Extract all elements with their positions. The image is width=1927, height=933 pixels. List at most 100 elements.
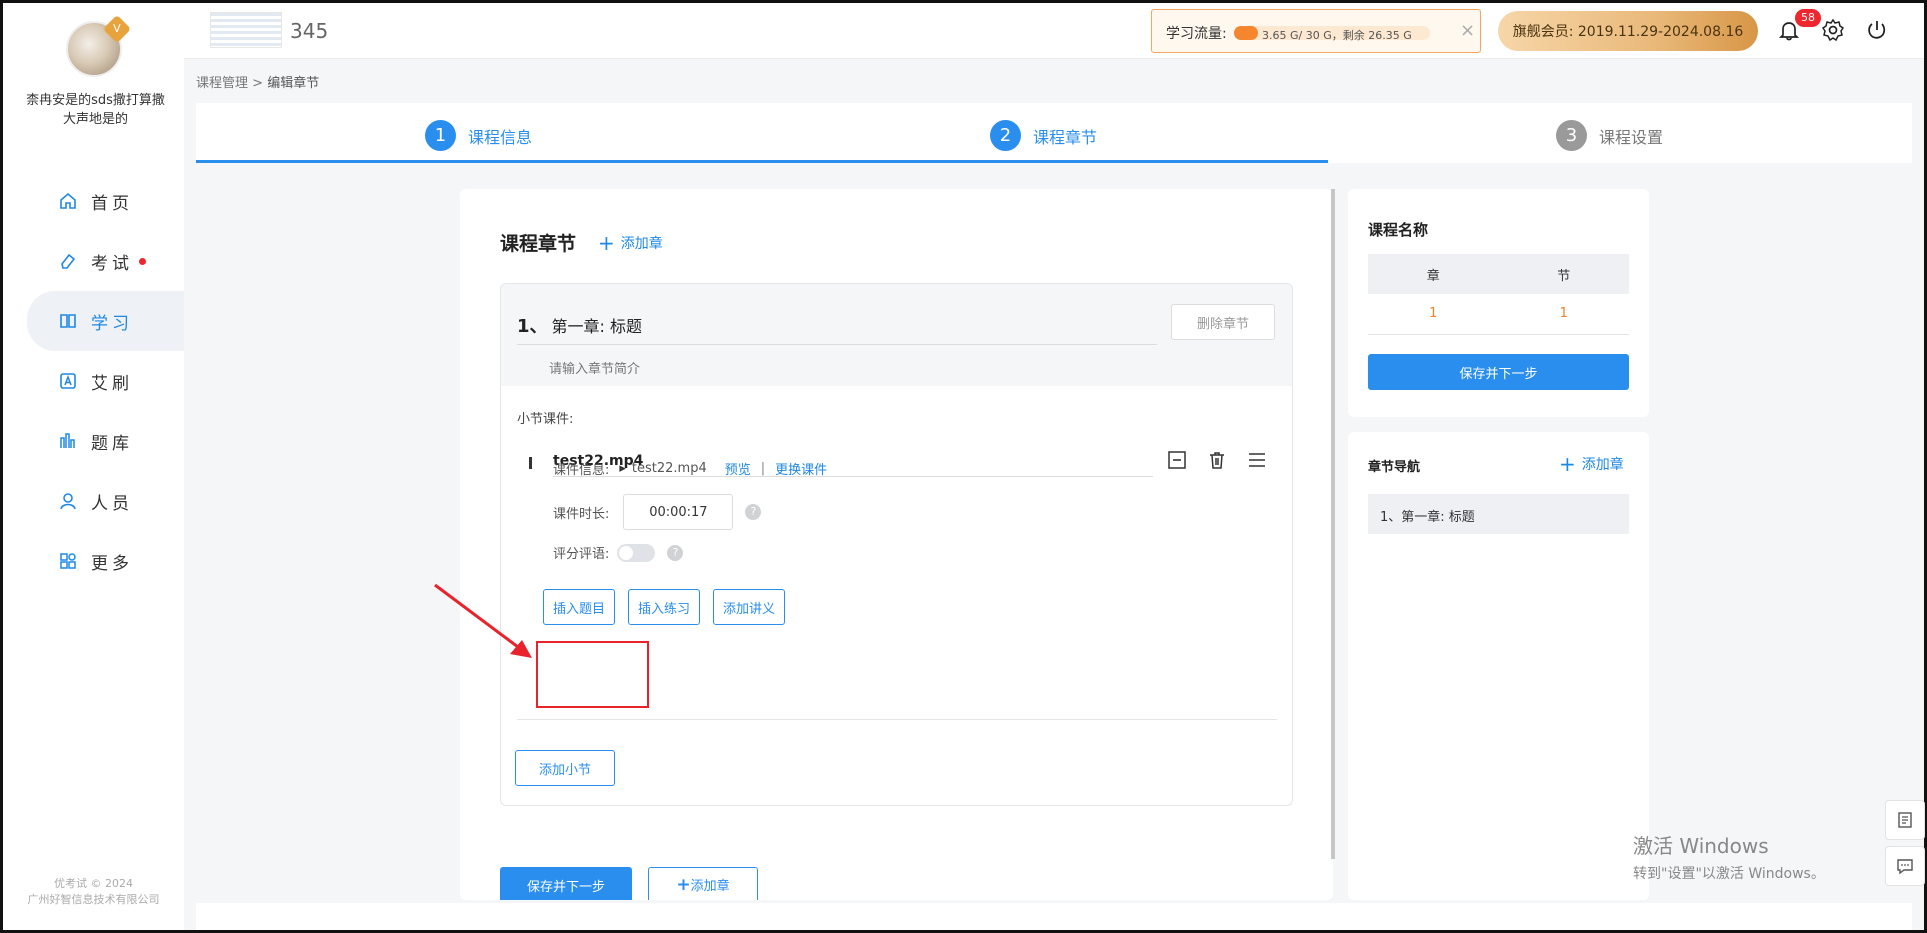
footer-copyright: 优考试 © 2024 bbox=[54, 877, 133, 890]
annotation-arrow-icon bbox=[434, 583, 532, 658]
close-icon[interactable]: × bbox=[1460, 20, 1475, 41]
chapter-header: 1、 第一章: 标题 删除章节 请输入章节简介 bbox=[501, 284, 1292, 386]
comment-toggle[interactable] bbox=[617, 543, 656, 562]
plus-icon: + bbox=[676, 875, 691, 895]
sidebar-item-label: 人员 bbox=[91, 493, 133, 514]
section-title: 课程章节 bbox=[500, 233, 577, 255]
chapter-card: 1、第一章: 标题 删除章节 请输入章节简介 小节课件: test22.mp4 bbox=[500, 283, 1293, 806]
insert-question-button[interactable]: 插入题目 bbox=[543, 589, 615, 625]
logo-image bbox=[210, 12, 282, 48]
traffic-label: 学习流量: bbox=[1166, 26, 1227, 42]
bars-icon bbox=[59, 432, 77, 450]
menu-icon[interactable] bbox=[1247, 450, 1267, 470]
sidebar-item-label: 学习 bbox=[91, 313, 133, 334]
highlight-box bbox=[536, 641, 649, 708]
step-number: 3 bbox=[1556, 120, 1587, 151]
step-progress-line bbox=[196, 160, 1328, 163]
preview-link[interactable]: 预览 bbox=[725, 459, 751, 478]
watermark-line1: 激活 Windows bbox=[1633, 834, 1769, 858]
step-course-settings[interactable]: 3 课程设置 bbox=[1556, 120, 1663, 151]
step-course-info[interactable]: 1 课程信息 bbox=[425, 120, 532, 151]
courseware-info-label: 课件信息: bbox=[553, 463, 610, 478]
duration-input[interactable]: 00:00:17 bbox=[623, 494, 734, 530]
sidebar-item-label: 考试 bbox=[91, 253, 133, 274]
add-chapter-button-label: 添加章 bbox=[690, 879, 730, 894]
scrollbar[interactable] bbox=[1331, 189, 1335, 859]
breadcrumb-parent[interactable]: 课程管理 bbox=[196, 76, 248, 91]
chapter-nav-title: 章节导航 bbox=[1368, 460, 1421, 475]
add-chapter-link[interactable]: + 添加章 bbox=[598, 233, 663, 253]
help-icon[interactable]: ? bbox=[745, 504, 762, 520]
member-badge[interactable]: 旗舰会员: 2019.11.29-2024.08.16 bbox=[1498, 11, 1758, 51]
sidebar: V 柰冉安是的sds撒打算撒大声地是的 首页 考试 学习 艾刷 题库 人员 更多… bbox=[3, 3, 184, 930]
sidebar-item-question-bank[interactable]: 题库 bbox=[3, 411, 184, 471]
drag-bar-icon bbox=[529, 457, 532, 469]
breadcrumb-separator: > bbox=[252, 76, 264, 91]
step-number: 1 bbox=[425, 120, 456, 151]
chapter-title-text: 第一章: 标题 bbox=[551, 317, 643, 336]
sidebar-nav: 首页 考试 学习 艾刷 题库 人员 更多 bbox=[3, 171, 184, 591]
help-icon[interactable]: ? bbox=[667, 544, 684, 561]
duration-label: 课件时长: bbox=[553, 506, 610, 522]
chat-icon[interactable] bbox=[1885, 846, 1925, 886]
add-chapter-label: 添加章 bbox=[620, 236, 663, 252]
save-next-button[interactable]: 保存并下一步 bbox=[1368, 354, 1629, 390]
home-icon bbox=[59, 192, 77, 210]
sidebar-item-label: 艾刷 bbox=[91, 373, 133, 394]
chapter-title-input[interactable]: 1、 第一章: 标题 bbox=[517, 312, 1157, 345]
book-icon bbox=[59, 312, 77, 330]
course-summary-card: 课程名称 章 节 1 1 保存并下一步 bbox=[1348, 189, 1649, 417]
add-chapter-button[interactable]: +添加章 bbox=[648, 867, 758, 900]
table-header: 节 bbox=[1498, 254, 1629, 294]
power-icon[interactable] bbox=[1865, 18, 1889, 42]
step-label: 课程章节 bbox=[1033, 127, 1098, 147]
windows-activation-watermark: 激活 Windows 转到"设置"以激活 Windows。 bbox=[1633, 830, 1825, 883]
add-section-button[interactable]: 添加小节 bbox=[515, 750, 615, 786]
step-course-chapters[interactable]: 2 课程章节 bbox=[990, 120, 1097, 151]
sidebar-item-people[interactable]: 人员 bbox=[3, 471, 184, 531]
save-next-button[interactable]: 保存并下一步 bbox=[500, 867, 632, 900]
step-label: 课程信息 bbox=[468, 127, 533, 147]
chapter-nav-item[interactable]: 1、第一章: 标题 bbox=[1368, 494, 1629, 534]
bottom-strip bbox=[196, 903, 1912, 930]
sidebar-item-more[interactable]: 更多 bbox=[3, 531, 184, 591]
sidebar-item-study[interactable]: 学习 bbox=[27, 291, 184, 351]
footer-company: 广州好智信息技术有限公司 bbox=[27, 893, 160, 906]
chapter-editor: 课程章节 + 添加章 1、 第一章: 标题 删除章节 请输入章节简介 小节课件: … bbox=[460, 189, 1333, 900]
comment-label: 评分评语: bbox=[553, 547, 610, 562]
add-notes-button[interactable]: 添加讲义 bbox=[713, 589, 785, 625]
chapter-number: 1、 bbox=[517, 316, 548, 337]
table-header: 章 bbox=[1368, 254, 1499, 294]
add-chapter-label: 添加章 bbox=[1581, 457, 1624, 473]
delete-chapter-button[interactable]: 删除章节 bbox=[1171, 304, 1275, 340]
sidebar-item-exam[interactable]: 考试 bbox=[3, 231, 184, 291]
insert-practice-button[interactable]: 插入练习 bbox=[628, 589, 700, 625]
sidebar-item-label: 更多 bbox=[91, 553, 133, 574]
notification-count-badge: 58 bbox=[1795, 9, 1821, 27]
step-indicator: 1 课程信息 2 课程章节 3 课程设置 bbox=[196, 103, 1912, 163]
sidebar-item-label: 题库 bbox=[91, 433, 133, 454]
summary-table: 章 节 1 1 bbox=[1368, 254, 1629, 335]
logo-text: 345 bbox=[290, 19, 329, 43]
collapse-icon[interactable] bbox=[1167, 450, 1187, 470]
username: 柰冉安是的sds撒打算撒大声地是的 bbox=[26, 93, 165, 127]
document-icon[interactable] bbox=[1885, 800, 1925, 840]
add-chapter-link[interactable]: + 添加章 bbox=[1559, 454, 1624, 474]
traffic-text: 3.65 G/ 30 G，剩余 26.35 G bbox=[1262, 29, 1412, 42]
sidebar-item-aishua[interactable]: 艾刷 bbox=[3, 351, 184, 411]
replace-courseware-link[interactable]: 更换课件 bbox=[775, 459, 827, 478]
letter-a-icon bbox=[59, 372, 77, 390]
trash-icon[interactable] bbox=[1207, 450, 1227, 470]
person-icon bbox=[59, 492, 77, 510]
chapter-count: 1 bbox=[1368, 294, 1499, 335]
gear-icon[interactable] bbox=[1821, 18, 1845, 42]
notification-dot bbox=[139, 257, 146, 265]
section-count: 1 bbox=[1498, 294, 1629, 335]
divider bbox=[517, 719, 1277, 720]
chapter-description-input[interactable]: 请输入章节简介 bbox=[549, 358, 640, 377]
sidebar-item-home[interactable]: 首页 bbox=[3, 171, 184, 231]
plus-icon: + bbox=[1559, 452, 1576, 476]
sidebar-item-label: 首页 bbox=[91, 193, 133, 214]
play-icon: ▸ bbox=[619, 461, 626, 476]
course-name-title: 课程名称 bbox=[1368, 221, 1429, 239]
